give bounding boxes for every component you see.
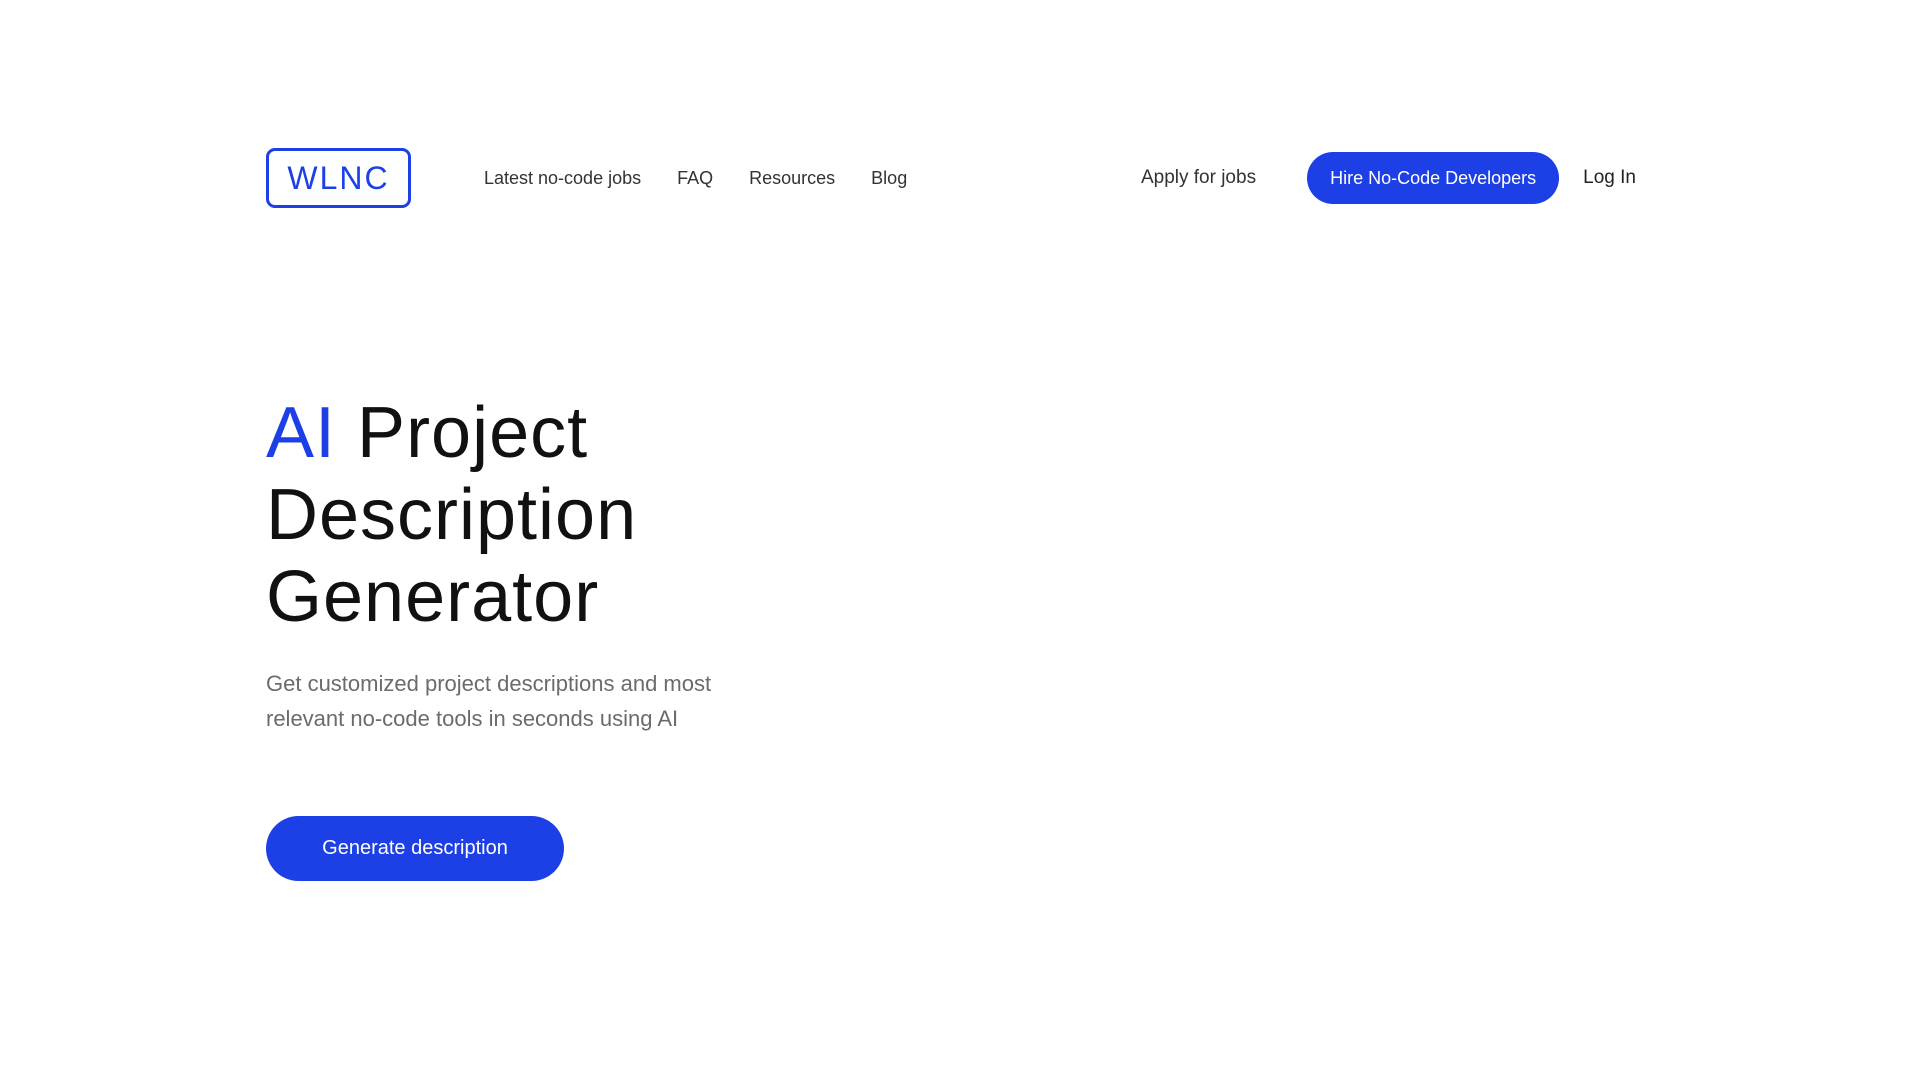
hero-section: AI Project Description Generator Get cus… — [266, 392, 1066, 736]
hero-subtitle: Get customized project descriptions and … — [266, 666, 826, 736]
nav-link-latest-jobs[interactable]: Latest no-code jobs — [484, 168, 641, 189]
hero-subtitle-line-1: Get customized project descriptions and … — [266, 671, 712, 696]
hero-title: AI Project Description Generator — [266, 392, 1066, 638]
nav-link-resources[interactable]: Resources — [749, 168, 835, 189]
hero-title-line-2: Description — [266, 475, 638, 555]
apply-for-jobs-link[interactable]: Apply for jobs — [1141, 167, 1256, 189]
nav-link-blog[interactable]: Blog — [871, 168, 907, 189]
hire-developers-button[interactable]: Hire No-Code Developers — [1307, 152, 1560, 204]
main-nav: Latest no-code jobs FAQ Resources Blog — [484, 168, 943, 189]
hero-title-line-1: AI Project — [266, 392, 1066, 474]
logo[interactable]: WLNC — [266, 148, 411, 208]
generate-description-button[interactable]: Generate description — [266, 816, 564, 881]
hero-subtitle-line-2: relevant no-code tools in seconds using … — [266, 706, 679, 731]
site-header: WLNC Latest no-code jobs FAQ Resources B… — [266, 148, 1636, 208]
login-link[interactable]: Log In — [1583, 167, 1636, 189]
page: WLNC Latest no-code jobs FAQ Resources B… — [0, 0, 1920, 1080]
header-actions: Apply for jobs Hire No-Code Developers L… — [1141, 152, 1636, 204]
nav-link-faq[interactable]: FAQ — [677, 168, 713, 189]
hero-title-accent: AI — [266, 393, 337, 473]
hero-title-project: Project — [357, 393, 589, 473]
hero-title-line-3: Generator — [266, 557, 600, 637]
